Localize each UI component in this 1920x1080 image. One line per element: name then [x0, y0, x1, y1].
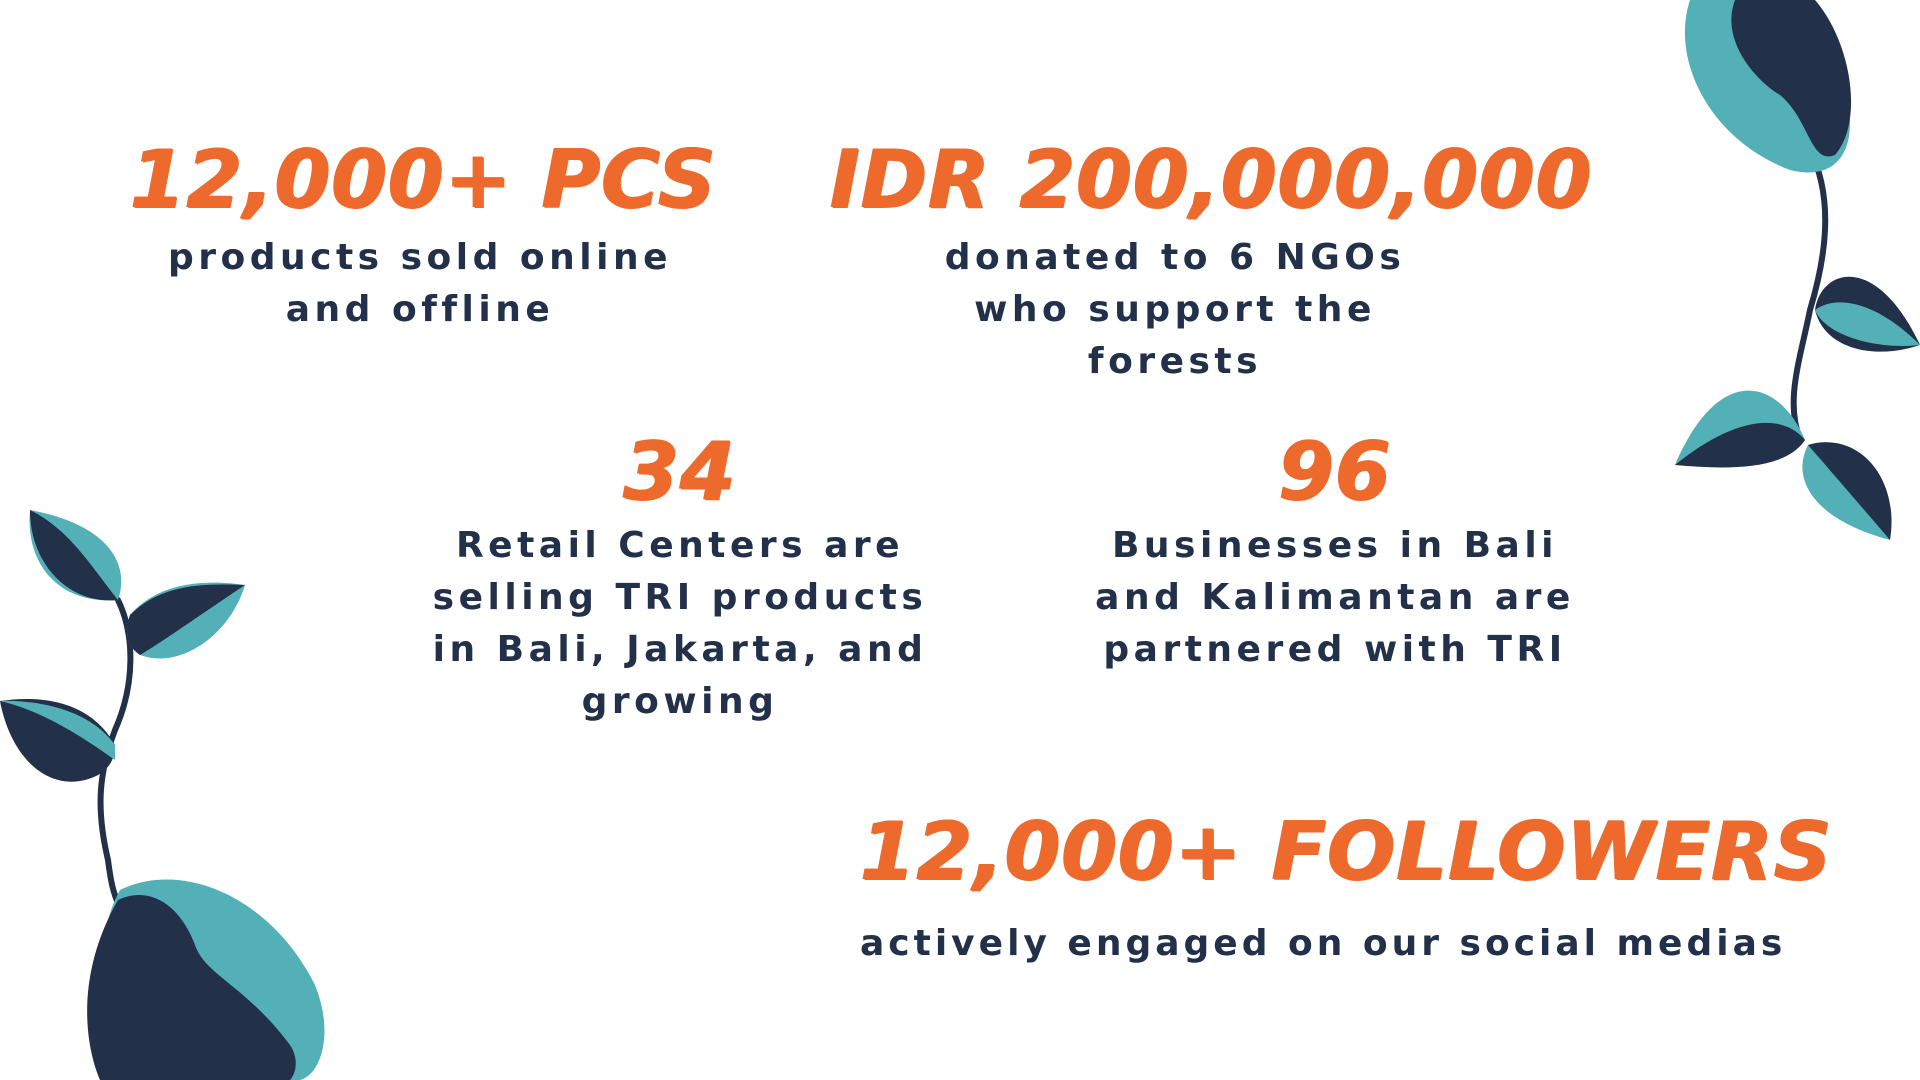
stat-caption: Businesses in Bali and Kalimantan are pa…: [1095, 525, 1575, 670]
stat-caption: donated to 6 NGOs who support the forest…: [944, 237, 1406, 382]
stat-number: 12,000+ PCS: [130, 133, 717, 226]
stat-caption: actively engaged on our social medias: [860, 923, 1787, 964]
leafy-vine-icon: [1675, 0, 1920, 540]
stat-retail-centers: 34 Retail Centers are selling TRI produc…: [410, 432, 950, 728]
stat-number: IDR 200,000,000: [830, 133, 1593, 226]
stat-number: 96: [1278, 425, 1392, 518]
stat-donations: IDR 200,000,000 donated to 6 NGOs who su…: [830, 133, 1593, 388]
stat-businesses: 96 Businesses in Bali and Kalimantan are…: [1080, 432, 1590, 676]
stat-products-sold: 12,000+ PCS products sold online and off…: [130, 133, 717, 336]
stat-number: 34: [623, 425, 737, 518]
stat-number: 12,000+ FOLLOWERS: [860, 805, 1833, 898]
stat-followers: 12,000+ FOLLOWERS actively engaged on ou…: [860, 805, 1833, 970]
stat-caption: Retail Centers are selling TRI products …: [432, 525, 928, 722]
leafy-vine-icon: [0, 510, 325, 1080]
stat-caption: products sold online and offline: [167, 237, 673, 330]
